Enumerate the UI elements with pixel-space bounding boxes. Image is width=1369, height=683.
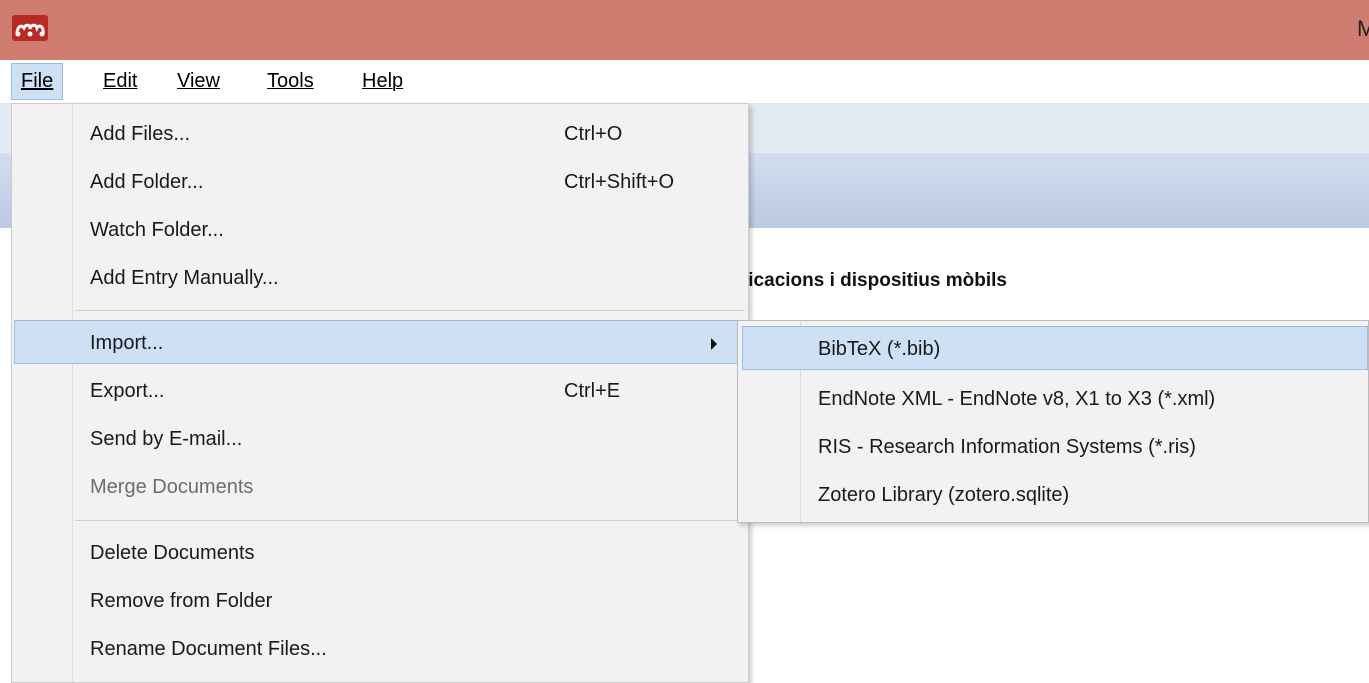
- menu-item-label: Delete Documents: [90, 542, 255, 564]
- file-menu-dropdown: Add Files... Ctrl+O Add Folder... Ctrl+S…: [11, 103, 749, 683]
- submenu-item-endnote-xml[interactable]: EndNote XML - EndNote v8, X1 to X3 (*.xm…: [742, 376, 1368, 420]
- menu-item-watch-folder[interactable]: Watch Folder...: [14, 207, 746, 251]
- submenu-arrow-icon: [711, 338, 717, 350]
- menu-view-label: View: [177, 70, 220, 92]
- menu-tools-label: Tools: [267, 70, 314, 92]
- menu-separator: [75, 310, 745, 311]
- menu-file[interactable]: File: [11, 63, 64, 100]
- menu-item-label: Merge Documents: [90, 476, 254, 498]
- menu-item-delete-documents[interactable]: Delete Documents: [14, 530, 746, 574]
- menu-item-shortcut: Ctrl+Shift+O: [564, 171, 675, 193]
- menu-item-label: Add Folder...: [90, 171, 204, 193]
- menu-item-rename-document-files[interactable]: Rename Document Files...: [14, 626, 746, 670]
- menu-item-label: Import...: [90, 332, 164, 354]
- menu-item-shortcut: Ctrl+O: [564, 123, 623, 145]
- menu-item-shortcut: Ctrl+E: [564, 380, 621, 402]
- menu-separator: [75, 520, 745, 521]
- submenu-item-zotero[interactable]: Zotero Library (zotero.sqlite): [742, 472, 1368, 516]
- menu-item-add-files[interactable]: Add Files... Ctrl+O: [14, 111, 746, 155]
- document-title: licacions i dispositius mòbils: [743, 270, 1007, 291]
- menu-item-send-by-email[interactable]: Send by E-mail...: [14, 416, 746, 460]
- menu-item-label: Remove from Folder: [90, 590, 273, 612]
- menu-item-label: RIS - Research Information Systems (*.ri…: [818, 436, 1196, 458]
- menu-item-remove-from-folder[interactable]: Remove from Folder: [14, 578, 746, 622]
- menu-edit[interactable]: Edit: [94, 63, 146, 100]
- menu-bar: File Edit View Tools Help: [0, 60, 1369, 103]
- menu-item-import[interactable]: Import...: [14, 320, 746, 364]
- menu-item-merge-documents: Merge Documents: [14, 464, 746, 508]
- menu-edit-label: Edit: [103, 70, 138, 92]
- window-title: M: [1357, 16, 1369, 41]
- title-bar: M: [0, 0, 1369, 60]
- menu-item-label: Zotero Library (zotero.sqlite): [818, 484, 1070, 506]
- menu-item-label: Add Files...: [90, 123, 191, 145]
- menu-item-label: Rename Document Files...: [90, 638, 327, 660]
- menu-item-label: Add Entry Manually...: [90, 267, 279, 289]
- menu-help[interactable]: Help: [353, 63, 412, 100]
- menu-item-label: BibTeX (*.bib): [818, 338, 941, 360]
- import-submenu: BibTeX (*.bib) EndNote XML - EndNote v8,…: [737, 320, 1369, 523]
- menu-help-label: Help: [362, 70, 404, 92]
- menu-item-label: Send by E-mail...: [90, 428, 243, 450]
- menu-item-label: EndNote XML - EndNote v8, X1 to X3 (*.xm…: [818, 388, 1216, 410]
- menu-view[interactable]: View: [168, 63, 229, 100]
- menu-tools[interactable]: Tools: [258, 63, 323, 100]
- menu-item-add-folder[interactable]: Add Folder... Ctrl+Shift+O: [14, 159, 746, 203]
- menu-file-label: File: [21, 70, 54, 92]
- menu-item-label: Export...: [90, 380, 165, 402]
- menu-item-export[interactable]: Export... Ctrl+E: [14, 368, 746, 412]
- menu-item-label: Watch Folder...: [90, 219, 224, 241]
- submenu-item-bibtex[interactable]: BibTeX (*.bib): [742, 326, 1368, 370]
- submenu-item-ris[interactable]: RIS - Research Information Systems (*.ri…: [742, 424, 1368, 468]
- mendeley-logo-icon[interactable]: [12, 15, 48, 41]
- menu-item-add-entry-manually[interactable]: Add Entry Manually...: [14, 255, 746, 299]
